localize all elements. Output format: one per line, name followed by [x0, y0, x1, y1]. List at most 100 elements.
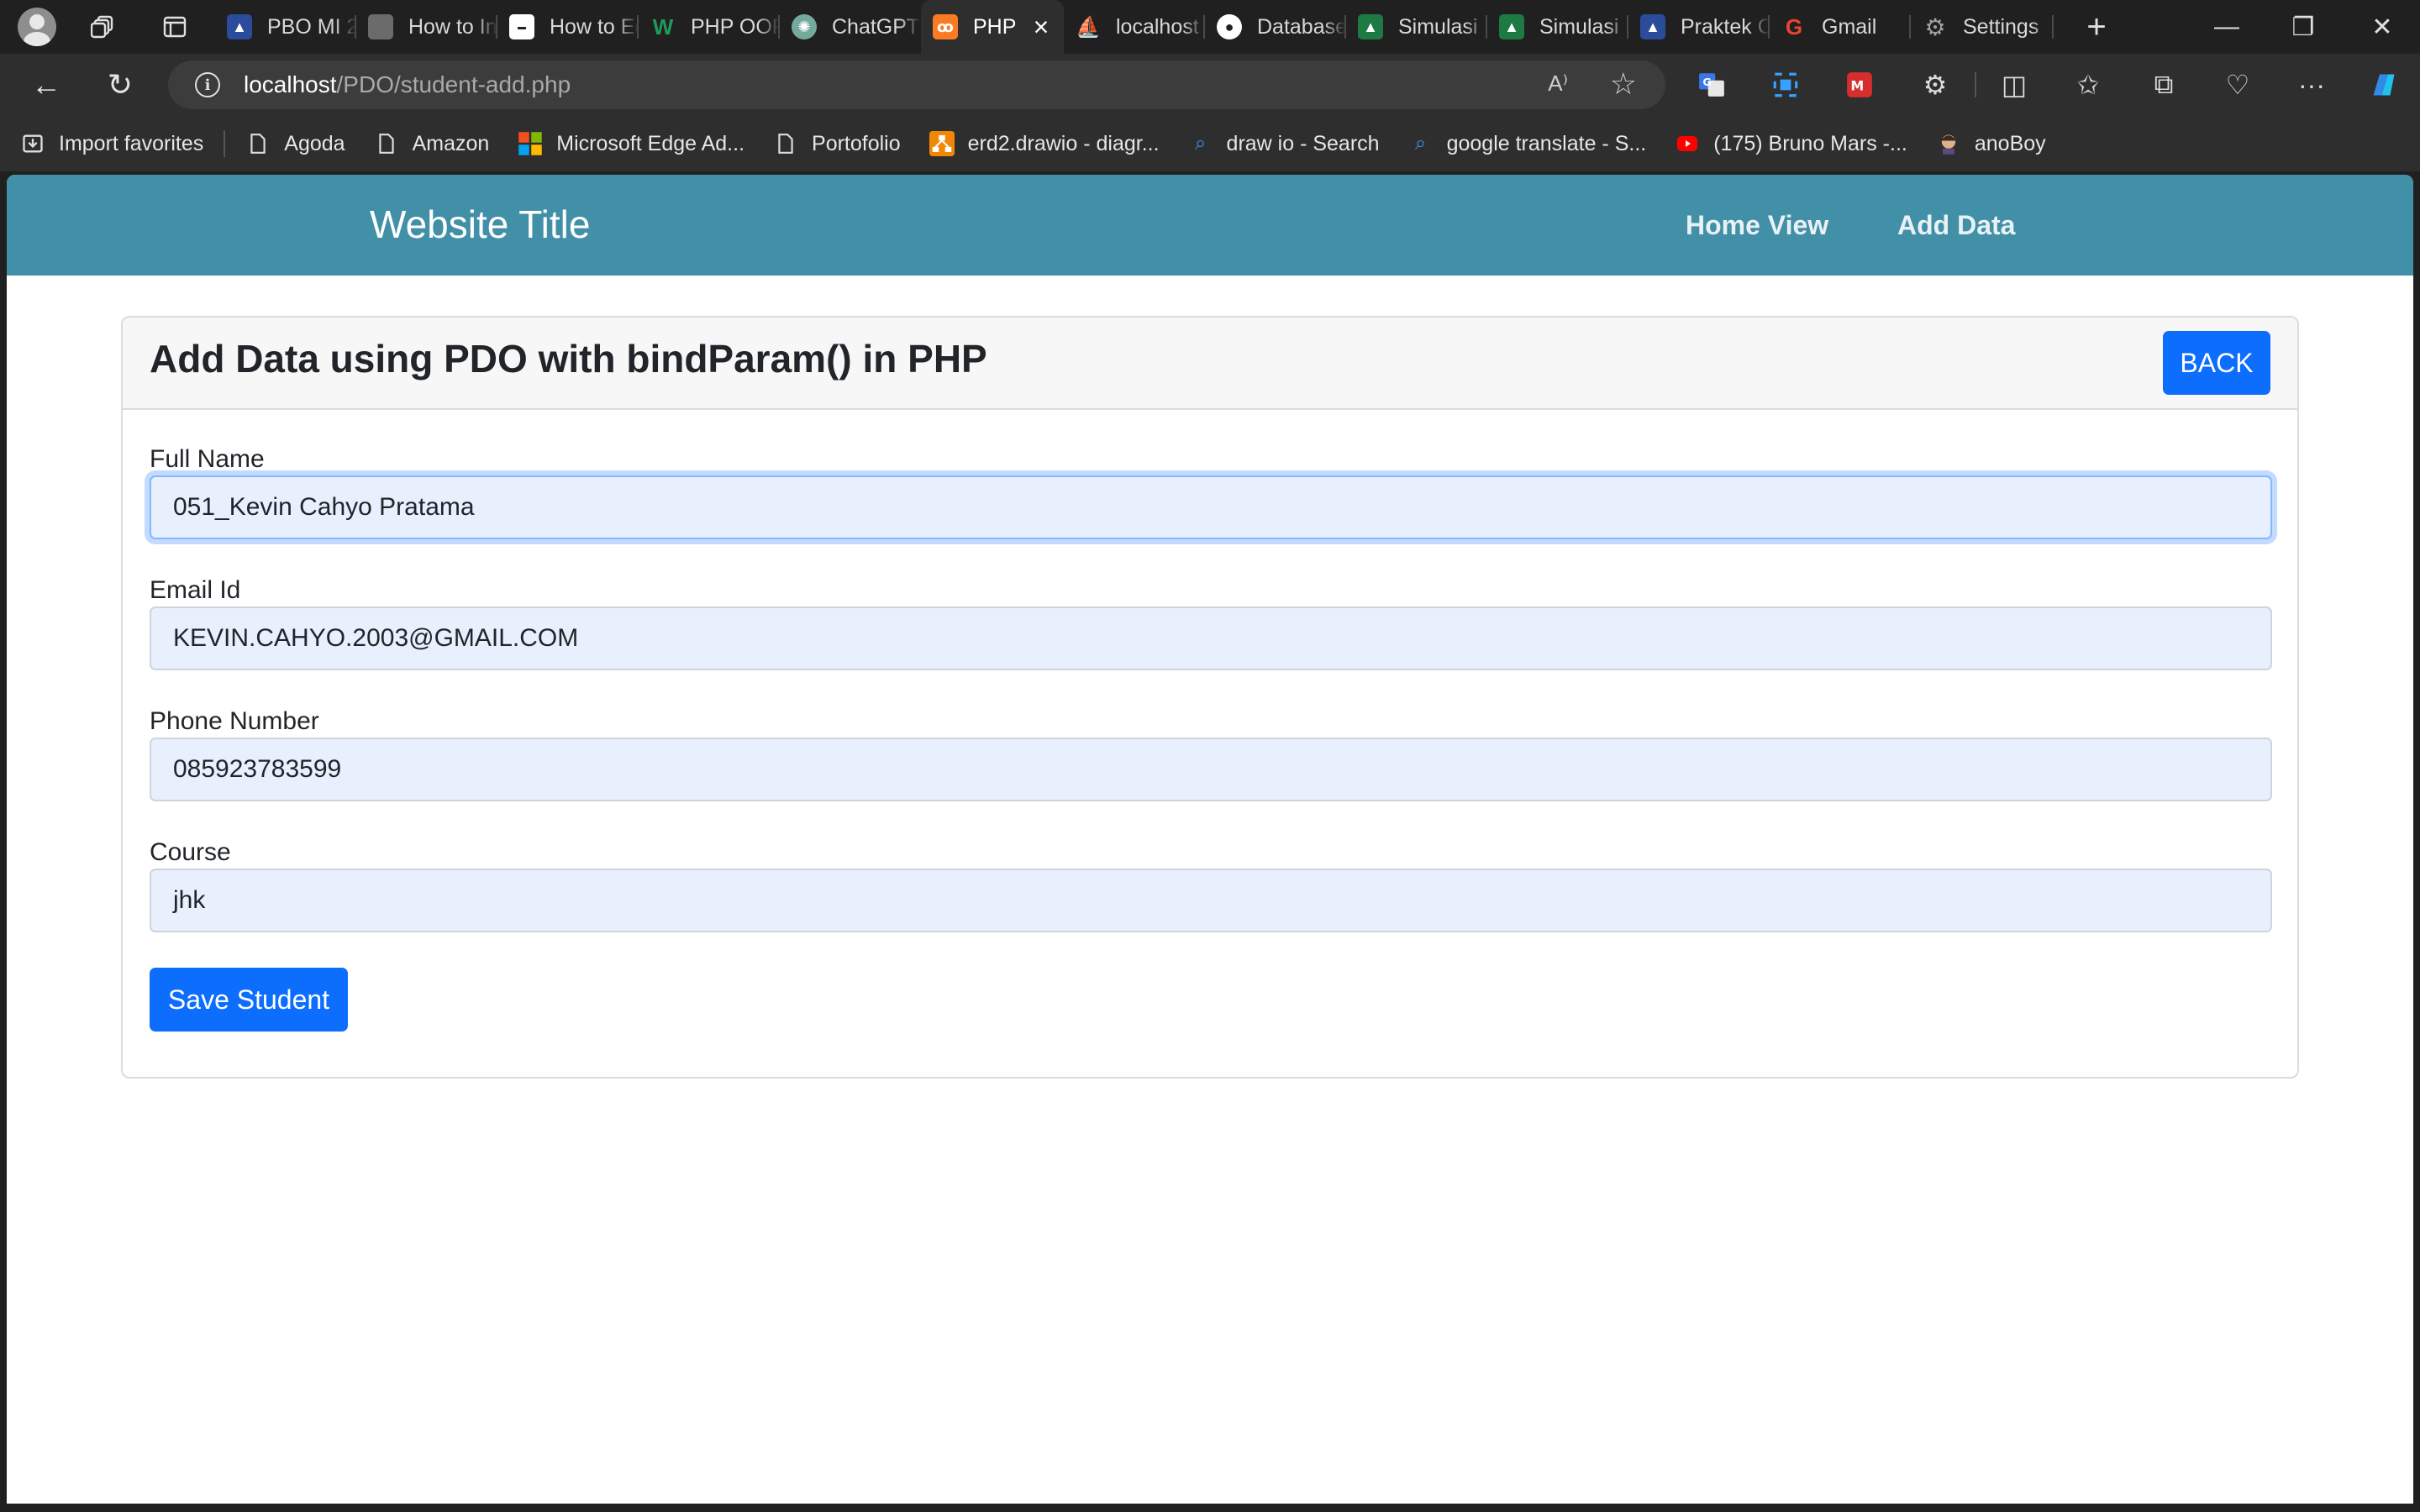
- page-icon: [374, 131, 399, 156]
- bookmark-import-favorites[interactable]: Import favorites: [20, 131, 203, 156]
- browser-tab-strip: ▲ PBO MI 2 How to Insert ▬ How to Edit W…: [0, 0, 2420, 54]
- tab-title: PHP OOP: [691, 14, 780, 39]
- address-url[interactable]: localhost/PDO/student-add.php: [244, 71, 571, 98]
- back-button[interactable]: BACK: [2163, 331, 2270, 395]
- close-window-button[interactable]: ✕: [2344, 0, 2420, 54]
- tab-title: PHP: [973, 14, 1017, 39]
- address-bar[interactable]: i localhost/PDO/student-add.php A⁾ ☆: [168, 60, 1665, 109]
- browser-essentials-button[interactable]: ♡: [2218, 66, 2257, 104]
- browser-tab[interactable]: ● Database: [1205, 0, 1346, 54]
- reload-button[interactable]: ↻: [97, 62, 143, 108]
- copilot-button[interactable]: [2365, 66, 2403, 104]
- tab-list: ▲ PBO MI 2 How to Insert ▬ How to Edit W…: [215, 0, 2054, 54]
- xampp-icon: ꝏ: [933, 14, 958, 39]
- favorites-button[interactable]: ✩: [2069, 66, 2107, 104]
- svg-text:M: M: [1850, 77, 1864, 93]
- back-button[interactable]: ←: [24, 62, 69, 108]
- new-tab-button[interactable]: +: [2075, 0, 2118, 54]
- bookmark-drawio-search[interactable]: ⌕ draw io - Search: [1188, 131, 1380, 156]
- bookmark-label: erd2.drawio - diagr...: [967, 131, 1160, 155]
- bookmark-drawio[interactable]: erd2.drawio - diagr...: [929, 131, 1160, 156]
- bookmarks-bar: Import favorites Agoda Amazon Microsoft …: [0, 116, 2420, 171]
- tab-title: ChatGPT: [832, 14, 920, 39]
- import-icon: [20, 131, 45, 156]
- email-value: KEVIN.CAHYO.2003@GMAIL.COM: [173, 624, 579, 652]
- minimize-icon: —: [2214, 13, 2239, 40]
- more-dots-icon: ···: [2298, 69, 2325, 100]
- page-icon: [773, 131, 798, 156]
- browser-tab[interactable]: W PHP OOP: [639, 0, 780, 54]
- bookmark-youtube[interactable]: (175) Bruno Mars -...: [1675, 131, 1907, 156]
- phone-input[interactable]: 085923783599: [150, 738, 2272, 801]
- read-aloud-icon[interactable]: A⁾: [1548, 71, 1568, 97]
- classroom-icon: ▲: [1499, 14, 1524, 39]
- site-title[interactable]: Website Title: [370, 202, 590, 247]
- tab-title: Gmail: [1822, 14, 1877, 39]
- minimize-button[interactable]: —: [2189, 0, 2265, 54]
- phpmyadmin-icon: ⛵: [1076, 15, 1101, 39]
- page-thumb-icon: ▬: [509, 14, 534, 39]
- screenshot-extension-button[interactable]: [1766, 66, 1805, 104]
- mendeley-icon: M: [1847, 72, 1872, 97]
- browser-tab[interactable]: ▲ PBO MI 2: [215, 0, 356, 54]
- course-value: jhk: [173, 886, 206, 914]
- browser-tab[interactable]: G Gmail: [1770, 0, 1911, 54]
- bookmark-label: Microsoft Edge Ad...: [556, 131, 745, 155]
- browser-tab[interactable]: ⚙ Settings: [1911, 0, 2054, 54]
- search-icon: ⌕: [1194, 132, 1207, 155]
- course-label: Course: [150, 838, 231, 866]
- tab-title: Praktek CRUD: [1681, 14, 1770, 39]
- profile-avatar-icon: [18, 8, 56, 46]
- translate-extension-button[interactable]: G: [1692, 66, 1731, 104]
- collections-button[interactable]: ⧉: [2144, 66, 2183, 104]
- bookmark-google-translate[interactable]: ⌕ google translate - S...: [1408, 131, 1646, 156]
- profile-button[interactable]: [13, 0, 60, 54]
- chatgpt-icon: ✺: [792, 14, 817, 39]
- bookmark-label: anoBoy: [1974, 131, 2046, 155]
- bookmark-anoboy[interactable]: anoBoy: [1936, 131, 2046, 156]
- phone-value: 085923783599: [173, 755, 342, 783]
- tab-title: PBO MI 2: [267, 14, 356, 39]
- extensions-button[interactable]: ⚙: [1916, 66, 1954, 104]
- workspaces-button[interactable]: [84, 0, 124, 54]
- screen-capture-icon: [1773, 72, 1798, 97]
- restore-button[interactable]: ❐: [2265, 0, 2341, 54]
- w-logo-icon: W: [652, 13, 674, 39]
- bookmark-microsoft-edge[interactable]: Microsoft Edge Ad...: [518, 131, 744, 156]
- close-tab-icon[interactable]: ×: [1027, 12, 1055, 43]
- browser-tab[interactable]: How to Insert: [356, 0, 497, 54]
- split-screen-button[interactable]: ◫: [1995, 66, 2033, 104]
- browser-tab[interactable]: ⛵ localhost: [1064, 0, 1205, 54]
- browser-tab[interactable]: ▲ Praktek CRUD: [1628, 0, 1770, 54]
- favorite-star-icon[interactable]: ☆: [1610, 66, 1637, 102]
- anoboy-icon: [1936, 131, 1961, 156]
- browser-tab-active[interactable]: ꝏ PHP ×: [921, 0, 1064, 54]
- workspaces-icon: [91, 15, 113, 39]
- nav-link-add-data[interactable]: Add Data: [1897, 210, 2015, 241]
- mendeley-extension-button[interactable]: M: [1840, 66, 1879, 104]
- full-name-label: Full Name: [150, 445, 265, 473]
- browser-tab[interactable]: ▲ Simulasi: [1487, 0, 1628, 54]
- course-input[interactable]: jhk: [150, 869, 2272, 932]
- close-icon: ✕: [2371, 13, 2393, 41]
- bookmark-agoda[interactable]: Agoda: [245, 131, 345, 156]
- browser-tab[interactable]: ✺ ChatGPT: [780, 0, 921, 54]
- bookmark-amazon[interactable]: Amazon: [374, 131, 489, 156]
- browser-tab[interactable]: ▬ How to Edit: [497, 0, 639, 54]
- bookmark-label: Import favorites: [59, 131, 204, 155]
- settings-more-button[interactable]: ···: [2292, 66, 2331, 104]
- full-name-input[interactable]: 051_Kevin Cahyo Pratama: [150, 475, 2272, 539]
- email-input[interactable]: KEVIN.CAHYO.2003@GMAIL.COM: [150, 606, 2272, 670]
- nav-link-home-view[interactable]: Home View: [1686, 210, 1828, 241]
- tab-title: localhost: [1116, 14, 1199, 39]
- browser-tab[interactable]: ▲ Simulasi: [1346, 0, 1487, 54]
- bookmark-label: Portofolio: [812, 131, 901, 155]
- site-navbar: Website Title Home View Add Data: [7, 175, 2413, 276]
- bookmark-portofolio[interactable]: Portofolio: [773, 131, 901, 156]
- drawio-icon: [929, 131, 955, 156]
- tab-actions-button[interactable]: [155, 0, 195, 54]
- tab-title: How to Edit: [550, 14, 639, 39]
- site-info-icon[interactable]: i: [195, 72, 220, 97]
- save-student-button[interactable]: Save Student: [150, 968, 348, 1032]
- user-card-icon: ▲: [1640, 14, 1665, 39]
